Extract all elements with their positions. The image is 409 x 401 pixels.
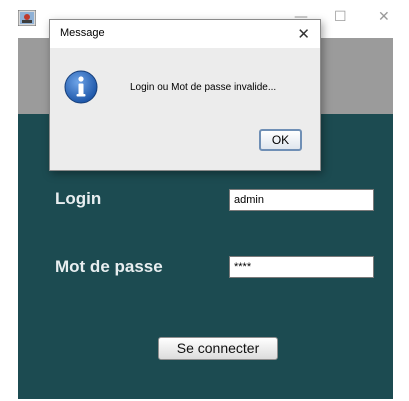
maximize-button[interactable]: ☐ <box>334 9 347 25</box>
connect-button[interactable]: Se connecter <box>158 337 278 360</box>
ok-button[interactable]: OK <box>259 129 302 151</box>
password-input[interactable]: **** <box>229 256 374 278</box>
password-label: Mot de passe <box>55 257 163 276</box>
login-input[interactable]: admin <box>229 189 374 211</box>
info-icon <box>64 70 98 104</box>
dialog-title: Message <box>60 27 105 39</box>
dialog-message: Login ou Mot de passe invalide... <box>130 82 277 93</box>
dialog-close-button[interactable]: ✕ <box>297 25 310 43</box>
window-close-button[interactable]: ✕ <box>378 9 390 25</box>
dialog-titlebar: Message ✕ <box>50 20 320 48</box>
login-label: Login <box>55 189 102 208</box>
java-app-icon <box>18 10 36 26</box>
message-dialog: Message ✕ Login ou Mot de passe invalide… <box>49 19 321 171</box>
